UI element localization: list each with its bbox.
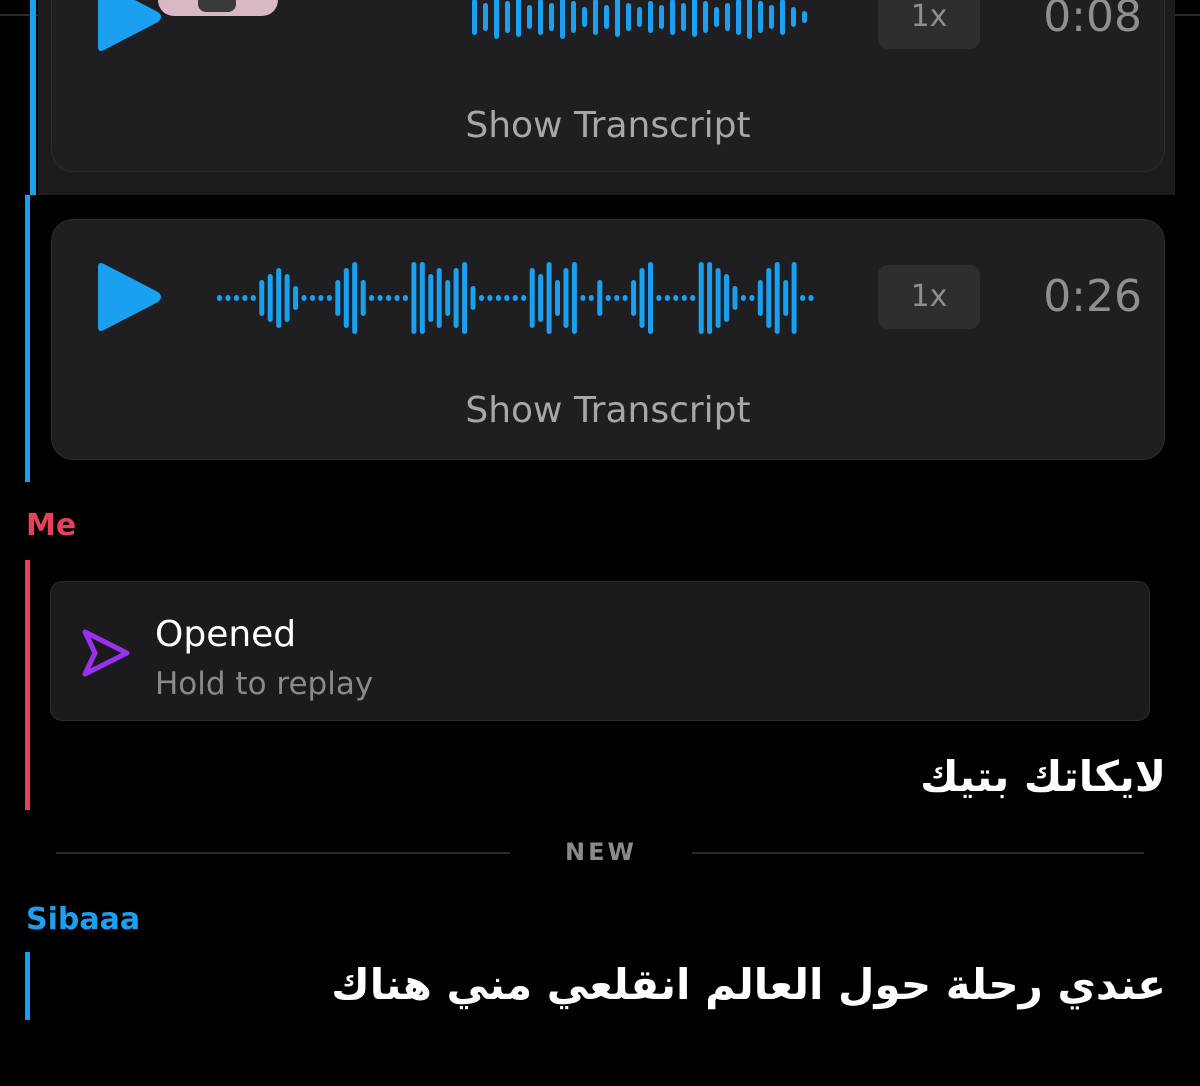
waveform-bar [724,274,729,322]
waveform-bar [250,295,256,301]
waveform-bar [648,262,653,334]
snap-hint: Hold to replay [155,666,374,702]
waveform-bar [335,280,341,316]
voice-note-card[interactable]: 1x 0:08 Show Transcript [51,0,1165,172]
play-icon[interactable] [92,0,164,53]
waveform-bar [487,295,493,301]
waveform-bar [766,268,772,328]
waveform-bar [504,295,510,301]
waveform-bar [479,295,484,301]
waveform-bar [614,295,620,301]
avatar [158,0,278,16]
snap-status: Opened [155,614,297,655]
separator-line [692,852,1144,854]
waveform-bar [453,268,459,328]
waveform-bar [563,268,569,328]
waveform-bar [690,295,696,301]
show-transcript-button[interactable]: Show Transcript [52,390,1164,431]
opened-snap-bubble[interactable]: Opened Hold to replay [50,581,1150,721]
waveform-bar [394,295,400,301]
waveform-bar [360,280,366,316]
voice-note-card[interactable]: 1x 0:26 Show Transcript [51,219,1165,460]
waveform-bar [597,280,603,316]
waveform-bar [284,274,290,322]
waveform-bar [808,295,814,301]
waveform-bar [326,295,332,301]
waveform-bar [521,295,527,301]
waveform-bar [707,262,713,334]
waveform-bar [470,286,476,310]
waveform-bar [445,280,451,316]
waveform-bar [555,280,560,316]
waveform-bar [656,295,662,301]
separator-line [56,852,510,854]
waveform-bar [233,295,239,301]
waveform-bar [436,268,442,328]
waveform-bar [631,280,637,316]
message-side-bar [25,560,30,810]
waveform-bar [428,274,434,322]
sent-arrow-icon [82,629,130,677]
waveform-bar [588,295,594,301]
message-side-bar [30,0,36,195]
waveform-bar [715,268,721,328]
waveform-bar [225,295,231,301]
waveform-bar [800,295,806,301]
waveform-bar [495,295,501,301]
waveform[interactable] [217,258,817,338]
waveform-bar [749,295,755,301]
waveform-bar [529,268,535,328]
waveform-bar [402,295,408,301]
waveform-bar [462,262,468,334]
waveform-bar [369,295,375,301]
voice-note-duration: 0:26 [1043,271,1142,322]
sender-name: Sibaaa [26,902,141,937]
waveform-bar [757,280,763,316]
waveform-bar [673,295,679,301]
waveform-bar [664,295,670,301]
waveform-bar [293,286,299,310]
voice-note-duration: 0:08 [1043,0,1142,42]
chat-message-text: عندي رحلة حول العالم انقلعي مني هناك [331,960,1166,1009]
play-icon[interactable] [92,261,164,333]
message-side-bar [25,952,30,1020]
waveform-bar [386,295,391,301]
waveform-bar [259,280,265,316]
waveform-bar [732,286,738,310]
waveform-bar [242,295,248,301]
sender-name: Me [26,508,77,543]
waveform-bar [217,295,222,301]
waveform-bar [605,295,611,301]
waveform-bar [538,274,544,322]
waveform-bar [318,295,324,301]
waveform[interactable] [217,0,817,57]
waveform-bar [791,262,797,334]
waveform-bar [622,295,628,301]
chat-message-text: لايكاتك بتيك [920,752,1166,801]
waveform-bar [512,295,518,301]
playback-speed-button[interactable]: 1x [878,265,980,329]
waveform-bar [343,268,349,328]
waveform-bar [267,274,273,322]
waveform-bar [546,262,552,334]
waveform-bar [310,295,315,301]
waveform-bar [301,295,307,301]
waveform-bar [740,295,746,301]
waveform-bar [774,262,780,334]
waveform-bar [639,268,645,328]
show-transcript-button[interactable]: Show Transcript [52,105,1164,146]
waveform-bar [698,262,704,334]
waveform-bar [276,268,282,328]
waveform-bar [377,295,383,301]
waveform-bar [580,295,586,301]
waveform-bar [411,262,417,334]
playback-speed-button[interactable]: 1x [878,0,980,49]
message-side-bar [25,195,30,482]
waveform-bar [571,262,577,334]
new-messages-separator: NEW [565,838,637,866]
waveform-bar [352,262,358,334]
waveform-bar [419,262,425,334]
waveform-bar [783,280,789,316]
waveform-bar [681,295,687,301]
